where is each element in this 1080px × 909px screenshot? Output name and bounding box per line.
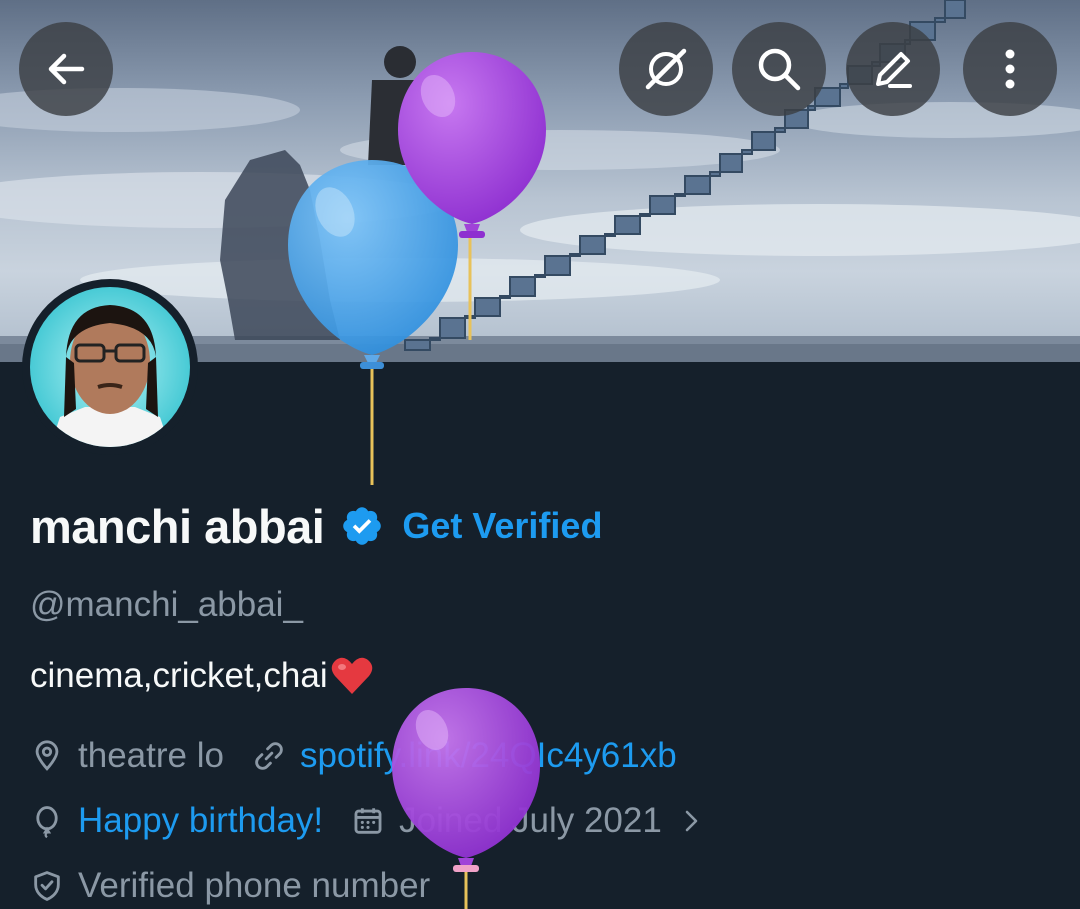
display-name: manchi abbai — [30, 499, 325, 553]
balloon-icon — [36, 806, 58, 838]
calendar-icon — [354, 808, 382, 834]
meta-row-dates: Happy birthday! Joined July 2021 — [30, 801, 704, 841]
name-row: manchi abbai Get Verified — [30, 496, 602, 556]
location-item: theatre lo — [30, 736, 224, 776]
verified-phone-text: Verified phone number — [78, 866, 431, 905]
back-arrow-icon — [48, 53, 85, 85]
location-pin-icon — [35, 740, 59, 771]
link-icon — [255, 742, 283, 770]
grok-button[interactable] — [619, 22, 713, 116]
get-verified-link[interactable]: Get Verified — [402, 505, 602, 547]
search-button[interactable] — [732, 22, 826, 116]
search-icon — [758, 48, 801, 91]
shield-check-icon — [34, 871, 60, 901]
meta-row-location: theatre lo spotify.link/24QIc4y61xb — [30, 736, 705, 776]
joined-text: Joined July 2021 — [399, 801, 662, 840]
meta-row-phone: Verified phone number — [30, 866, 458, 906]
birthday-text: Happy birthday! — [78, 801, 324, 840]
birthday-item: Happy birthday! — [30, 801, 323, 841]
joined-item[interactable]: Joined July 2021 — [351, 801, 704, 841]
profile-link[interactable]: spotify.link/24QIc4y61xb — [300, 736, 677, 776]
handle: @manchi_abbai_ — [30, 585, 303, 624]
more-vertical-icon — [1005, 49, 1015, 89]
edit-icon — [876, 52, 912, 88]
link-item[interactable]: spotify.link/24QIc4y61xb — [252, 736, 677, 776]
location-text: theatre lo — [78, 736, 224, 775]
more-button[interactable] — [963, 22, 1057, 116]
grok-icon — [645, 48, 687, 90]
heart-emoji-icon — [331, 657, 372, 694]
chevron-right-icon — [685, 810, 698, 832]
edit-button[interactable] — [846, 22, 940, 116]
avatar[interactable] — [22, 279, 198, 455]
bio: cinema,cricket,chai — [30, 656, 374, 696]
avatar-image — [30, 287, 190, 447]
back-button[interactable] — [19, 22, 113, 116]
bio-text: cinema,cricket,chai — [30, 656, 328, 695]
verified-badge-icon[interactable] — [340, 504, 384, 548]
verified-phone-item: Verified phone number — [30, 866, 430, 906]
